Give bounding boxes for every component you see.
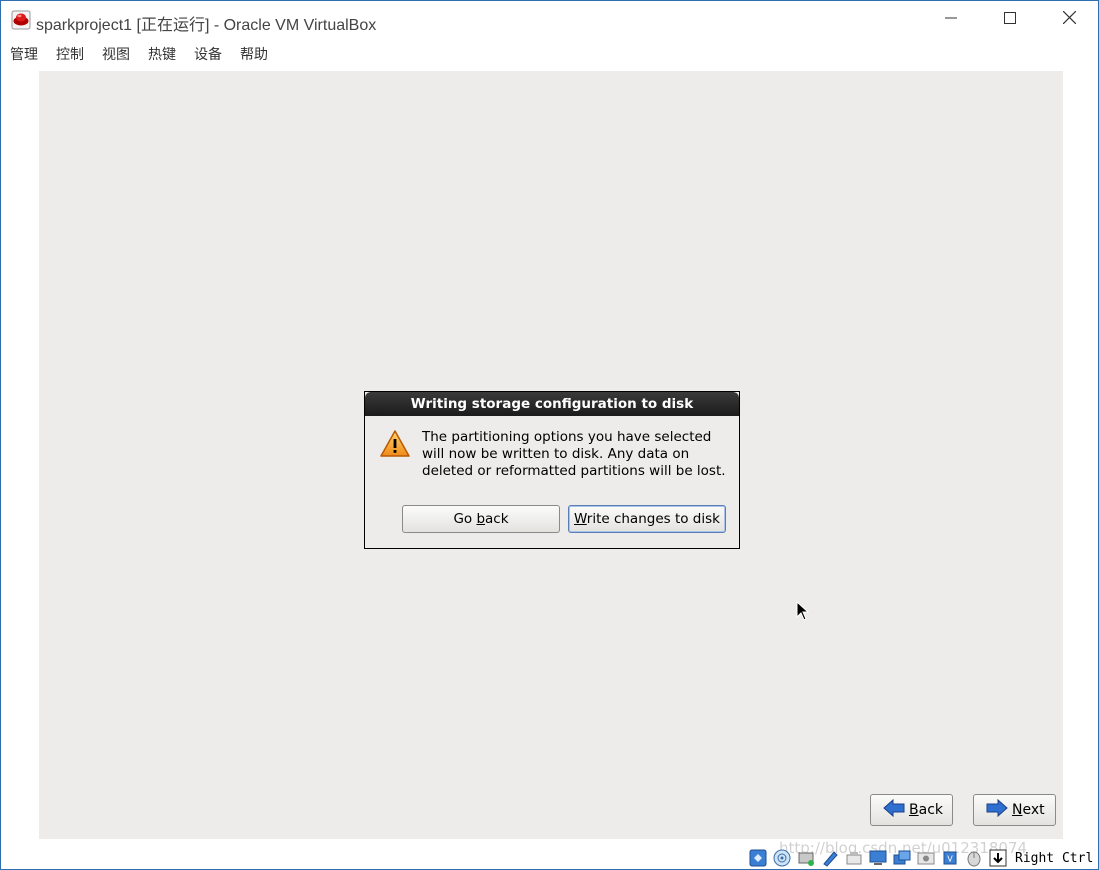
menu-control[interactable]: 控制 bbox=[56, 44, 84, 64]
keyboard-capture-icon[interactable] bbox=[987, 848, 1008, 868]
close-button[interactable] bbox=[1040, 1, 1098, 39]
display-icon[interactable] bbox=[891, 848, 912, 868]
minimize-icon bbox=[945, 11, 957, 29]
menu-manage[interactable]: 管理 bbox=[10, 44, 38, 64]
menu-view[interactable]: 视图 bbox=[102, 44, 130, 64]
go-back-label: Go back bbox=[453, 511, 509, 527]
network-icon[interactable] bbox=[819, 848, 840, 868]
dialog-title: Writing storage configuration to disk bbox=[365, 392, 739, 416]
menu-bar: 管理 控制 视图 热键 设备 帮助 bbox=[1, 39, 1098, 65]
audio-icon[interactable] bbox=[795, 848, 816, 868]
hard-disk-icon[interactable] bbox=[747, 848, 768, 868]
svg-text:V: V bbox=[947, 855, 953, 864]
menu-help[interactable]: 帮助 bbox=[240, 44, 268, 64]
next-label: Next bbox=[1012, 802, 1045, 818]
menu-devices[interactable]: 设备 bbox=[194, 44, 222, 64]
virtualbox-window: sparkproject1 [正在运行] - Oracle VM Virtual… bbox=[0, 0, 1099, 870]
write-changes-button[interactable]: Write changes to disk bbox=[568, 505, 726, 533]
write-changes-label: Write changes to disk bbox=[574, 511, 720, 527]
storage-write-dialog: Writing storage configuration to disk Th… bbox=[364, 391, 740, 549]
guest-screen[interactable]: Writing storage configuration to disk Th… bbox=[39, 71, 1063, 839]
menu-hotkey[interactable]: 热键 bbox=[148, 44, 176, 64]
cpu-icon[interactable]: V bbox=[939, 848, 960, 868]
back-button[interactable]: Back bbox=[870, 794, 953, 826]
maximize-icon bbox=[1004, 11, 1016, 29]
minimize-button[interactable] bbox=[922, 1, 980, 39]
arrow-left-icon bbox=[883, 798, 909, 821]
title-bar[interactable]: sparkproject1 [正在运行] - Oracle VM Virtual… bbox=[1, 1, 1098, 39]
shared-folders-icon[interactable] bbox=[867, 848, 888, 868]
usb-icon[interactable] bbox=[843, 848, 864, 868]
warning-icon bbox=[379, 429, 411, 459]
maximize-button[interactable] bbox=[981, 1, 1039, 39]
video-capture-icon[interactable] bbox=[915, 848, 936, 868]
optical-drive-icon[interactable] bbox=[771, 848, 792, 868]
window-title: sparkproject1 [正在运行] - Oracle VM Virtual… bbox=[36, 17, 377, 34]
mouse-pointer-icon bbox=[796, 600, 810, 621]
virtualbox-vm-icon bbox=[11, 10, 31, 30]
host-key-label: Right Ctrl bbox=[1015, 850, 1094, 866]
status-bar: V Right Ctrl bbox=[747, 847, 1093, 869]
next-button[interactable]: Next bbox=[973, 794, 1056, 826]
arrow-right-icon bbox=[986, 798, 1012, 821]
dialog-message: The partitioning options you have select… bbox=[422, 429, 726, 479]
close-icon bbox=[1062, 10, 1076, 29]
back-label: Back bbox=[909, 802, 943, 818]
mouse-integration-icon[interactable] bbox=[963, 848, 984, 868]
go-back-button[interactable]: Go back bbox=[402, 505, 560, 533]
